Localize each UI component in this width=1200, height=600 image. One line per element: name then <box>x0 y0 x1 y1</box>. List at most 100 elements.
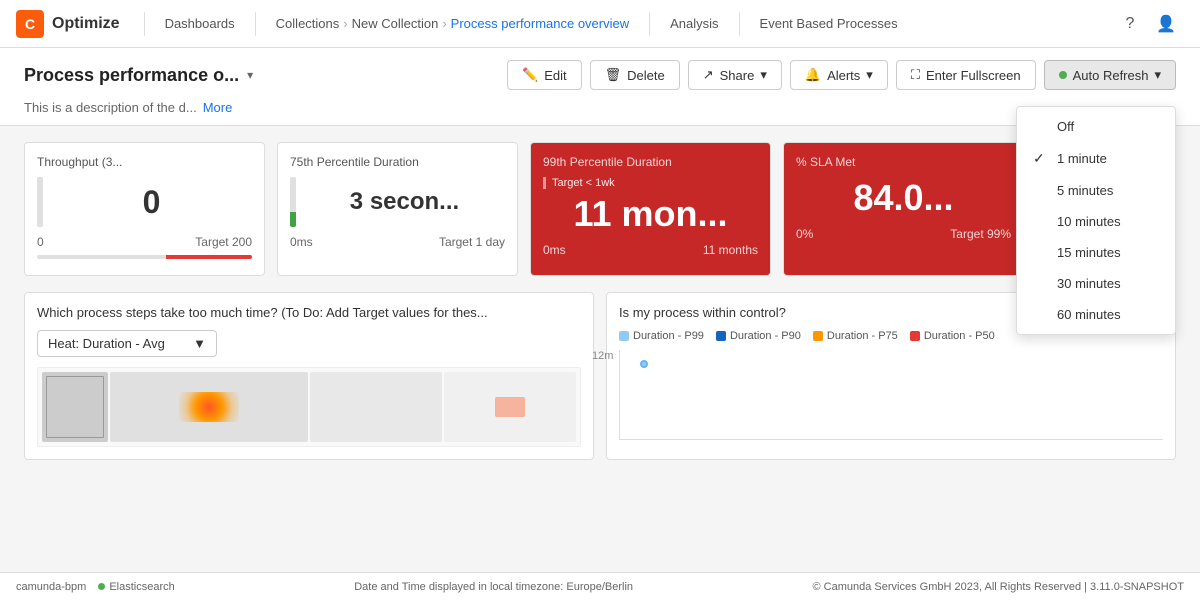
auto-refresh-status-dot <box>1059 71 1067 79</box>
sla-value: 84.0... <box>796 177 1011 219</box>
metric-cards-row: Throughput (3... 0 0 Target 200 75th Per… <box>24 142 1176 276</box>
heatmap-hotspot <box>179 392 239 422</box>
legend-dot-p90 <box>716 331 726 341</box>
heat-select[interactable]: Heat: Duration - Avg ▼ <box>37 330 217 357</box>
refresh-option-1min[interactable]: ✓ 1 minute <box>1017 142 1175 175</box>
breadcrumb-sep1: › <box>343 16 347 31</box>
chart-y-label: 12m <box>592 350 613 362</box>
heatmap-visual <box>37 367 581 447</box>
metric-card-throughput: Throughput (3... 0 0 Target 200 <box>24 142 265 276</box>
heatmap-card: Which process steps take too much time? … <box>24 292 594 460</box>
fullscreen-icon: ⛶ <box>911 67 920 83</box>
auto-refresh-wrapper: Auto Refresh ▾ Off ✓ 1 minute 5 mi <box>1044 60 1176 90</box>
metric-title-sla: % SLA Met <box>796 155 1011 169</box>
legend-dot-p99 <box>619 331 629 341</box>
share-button[interactable]: ↗ Share ▾ <box>688 60 782 90</box>
metric-value-99th: 11 mon... <box>543 193 758 235</box>
heatmap-cell-3 <box>310 372 442 442</box>
metric-title-75th: 75th Percentile Duration <box>290 155 505 169</box>
99th-range: 0ms 11 months <box>543 243 758 257</box>
more-link[interactable]: More <box>203 100 233 115</box>
auto-refresh-dropdown: Off ✓ 1 minute 5 minutes 10 minutes <box>1016 106 1176 335</box>
auto-refresh-button[interactable]: Auto Refresh ▾ <box>1044 60 1176 90</box>
page-header: Process performance o... ▾ ✏️ Edit 🗑 Del… <box>0 48 1200 126</box>
page-header-top: Process performance o... ▾ ✏️ Edit 🗑 Del… <box>24 60 1176 90</box>
refresh-option-10min[interactable]: 10 minutes <box>1017 206 1175 237</box>
legend-dot-p50 <box>910 331 920 341</box>
nav-event-based[interactable]: Event Based Processes <box>748 0 910 48</box>
heatmap-cell-2 <box>110 372 308 442</box>
refresh-option-30min[interactable]: 30 minutes <box>1017 268 1175 299</box>
alerts-chevron-icon: ▾ <box>866 67 873 83</box>
app-name: Optimize <box>52 15 120 33</box>
collection-link[interactable]: New Collection <box>352 16 439 31</box>
chart-area: 12m <box>619 350 1163 440</box>
check-icon-1min: ✓ <box>1033 150 1049 167</box>
heatmap-hotspot-2 <box>495 397 525 417</box>
legend-dot-p75 <box>813 331 823 341</box>
metric-card-75th: 75th Percentile Duration 3 secon... 0ms … <box>277 142 518 276</box>
legend-p90: Duration - P90 <box>716 330 801 342</box>
refresh-option-60min[interactable]: 60 minutes <box>1017 299 1175 330</box>
heatmap-col1 <box>42 372 108 442</box>
legend-p99: Duration - P99 <box>619 330 704 342</box>
collections-link[interactable]: Collections <box>276 16 340 31</box>
75th-value: 3 secon... <box>304 188 505 216</box>
nav-dashboards[interactable]: Dashboards <box>153 0 247 48</box>
heatmap-col3 <box>310 372 442 442</box>
help-button[interactable]: ? <box>1112 6 1148 42</box>
nav-analysis[interactable]: Analysis <box>658 0 730 48</box>
heatmap-col2 <box>110 372 308 442</box>
footer-system1: camunda-bpm <box>16 581 86 593</box>
legend-p50: Duration - P50 <box>910 330 995 342</box>
auto-refresh-chevron-icon: ▾ <box>1154 67 1161 83</box>
top-navigation: C Optimize Dashboards Collections › New … <box>0 0 1200 48</box>
delete-icon: 🗑 <box>605 67 622 83</box>
current-page: Process performance overview <box>451 16 629 31</box>
75th-range: 0ms Target 1 day <box>290 235 505 249</box>
fullscreen-button[interactable]: ⛶ Enter Fullscreen <box>896 60 1036 90</box>
title-chevron-icon[interactable]: ▾ <box>247 68 253 82</box>
heatmap-cell-4 <box>444 372 576 442</box>
app-logo[interactable]: C Optimize <box>16 10 120 38</box>
99th-value: 11 mon... <box>543 193 758 235</box>
footer-right: © Camunda Services GmbH 2023, All Rights… <box>813 581 1184 593</box>
metric-card-99th: 99th Percentile Duration Target < 1wk 11… <box>530 142 771 276</box>
nav-separator2 <box>255 12 256 36</box>
share-icon: ↗ <box>703 67 714 83</box>
heatmap-cells <box>38 368 580 446</box>
metric-value-throughput: 0 <box>37 177 252 227</box>
refresh-option-5min[interactable]: 5 minutes <box>1017 175 1175 206</box>
footer-system2: Elasticsearch <box>109 581 174 593</box>
75th-bar <box>290 177 296 227</box>
chart-data-point <box>640 360 648 368</box>
metric-card-sla: % SLA Met 84.0... 0% Target 99% <box>783 142 1024 276</box>
heat-select-chevron-icon: ▼ <box>193 336 206 351</box>
throughput-target-bar <box>37 255 252 259</box>
user-button[interactable]: 👤 <box>1148 6 1184 42</box>
heatmap-cell-inner <box>46 376 104 438</box>
edit-button[interactable]: ✏️ Edit <box>507 60 582 90</box>
metric-value-sla: 84.0... <box>796 177 1011 219</box>
user-icon: 👤 <box>1156 14 1176 34</box>
breadcrumb-sep2: › <box>442 16 446 31</box>
legend-p75: Duration - P75 <box>813 330 898 342</box>
refresh-option-off[interactable]: Off <box>1017 111 1175 142</box>
nav-separator4 <box>739 12 740 36</box>
delete-button[interactable]: 🗑 Delete <box>590 60 680 90</box>
page-title: Process performance o... <box>24 65 239 86</box>
page-title-row: Process performance o... ▾ <box>24 65 253 86</box>
target-note-99th: Target < 1wk <box>543 177 758 189</box>
help-icon: ? <box>1126 15 1135 33</box>
alerts-icon: 🔔 <box>805 67 821 83</box>
page-description: This is a description of the d... More <box>24 100 1176 125</box>
nav-separator <box>144 12 145 36</box>
refresh-option-15min[interactable]: 15 minutes <box>1017 237 1175 268</box>
metric-value-75th: 3 secon... <box>290 177 505 227</box>
edit-icon: ✏️ <box>522 67 538 83</box>
alerts-button[interactable]: 🔔 Alerts ▾ <box>790 60 888 90</box>
footer-left: camunda-bpm Elasticsearch <box>16 581 175 593</box>
metric-title-99th: 99th Percentile Duration <box>543 155 758 169</box>
nav-collections-breadcrumb[interactable]: Collections › New Collection › Process p… <box>264 16 641 31</box>
metric-title-throughput: Throughput (3... <box>37 155 252 169</box>
